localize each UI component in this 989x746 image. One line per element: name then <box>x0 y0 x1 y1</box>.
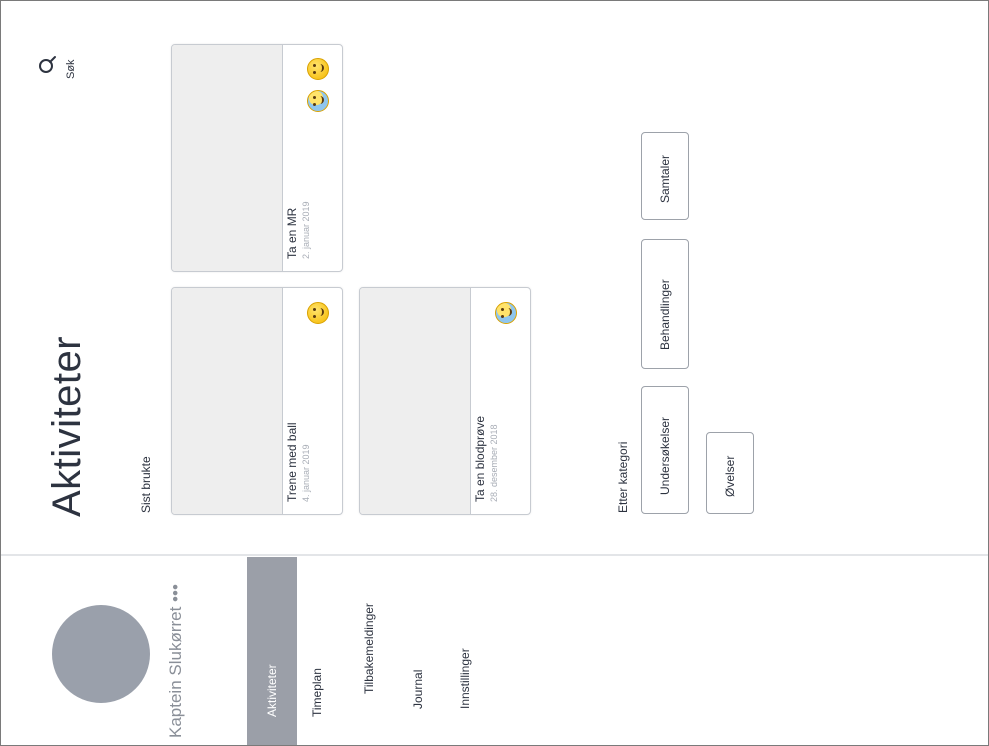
page-title: Aktiviteter <box>45 335 89 517</box>
card-date: 4. januar 2019 <box>301 444 311 502</box>
card-title: Ta en blodprøve <box>473 415 487 502</box>
app-frame: Kaptein Slukørret ••• Aktiviteter Timepl… <box>0 0 989 746</box>
card-image <box>172 45 283 271</box>
smiling-face-icon <box>307 302 329 324</box>
activity-card-ta-en-mr[interactable]: Ta en MR 2. januar 2019 <box>171 44 343 272</box>
recent-section-label: Sist brukte <box>139 456 153 513</box>
nav-active-highlight <box>247 557 297 745</box>
category-button-ovelser[interactable]: Øvelser <box>706 432 754 514</box>
category-button-behandlinger[interactable]: Behandlinger <box>641 239 689 369</box>
activity-card-trene-med-ball[interactable]: Trene med ball 4. januar 2019 <box>171 287 343 515</box>
sad-face-icon <box>307 90 329 112</box>
search-label[interactable]: Søk <box>65 59 77 79</box>
category-button-label: Behandlinger <box>658 279 672 350</box>
category-button-label: Øvelser <box>723 455 737 497</box>
activity-card-ta-en-blodprove[interactable]: Ta en blodprøve 28. desember 2018 <box>359 287 531 515</box>
search-icon[interactable] <box>37 53 59 75</box>
nav-item-innstillinger[interactable]: Innstillinger <box>458 648 472 709</box>
sidebar-divider <box>1 554 988 556</box>
category-button-undersokelser[interactable]: Undersøkelser <box>641 386 689 514</box>
nav-item-journal[interactable]: Journal <box>411 670 425 709</box>
card-image <box>360 288 471 514</box>
nav-item-timeplan[interactable]: Timeplan <box>310 668 324 717</box>
avatar[interactable] <box>52 605 150 703</box>
card-image <box>172 288 283 514</box>
card-date: 2. januar 2019 <box>301 201 311 259</box>
category-button-label: Samtaler <box>658 154 672 203</box>
card-title: Ta en MR <box>285 207 299 259</box>
profile-name[interactable]: Kaptein Slukørret ••• <box>166 584 186 738</box>
sad-face-icon <box>495 302 517 324</box>
card-title: Trene med ball <box>285 422 299 502</box>
nav-item-aktiviteter[interactable]: Aktiviteter <box>265 664 279 717</box>
crying-face-icon <box>307 58 329 80</box>
category-button-label: Undersøkelser <box>658 416 672 495</box>
card-date: 28. desember 2018 <box>489 424 499 502</box>
nav-item-tilbakemeldinger[interactable]: Tilbakemeldinger <box>362 603 376 694</box>
category-button-samtaler[interactable]: Samtaler <box>641 132 689 220</box>
category-section-label: Etter kategori <box>616 441 630 513</box>
